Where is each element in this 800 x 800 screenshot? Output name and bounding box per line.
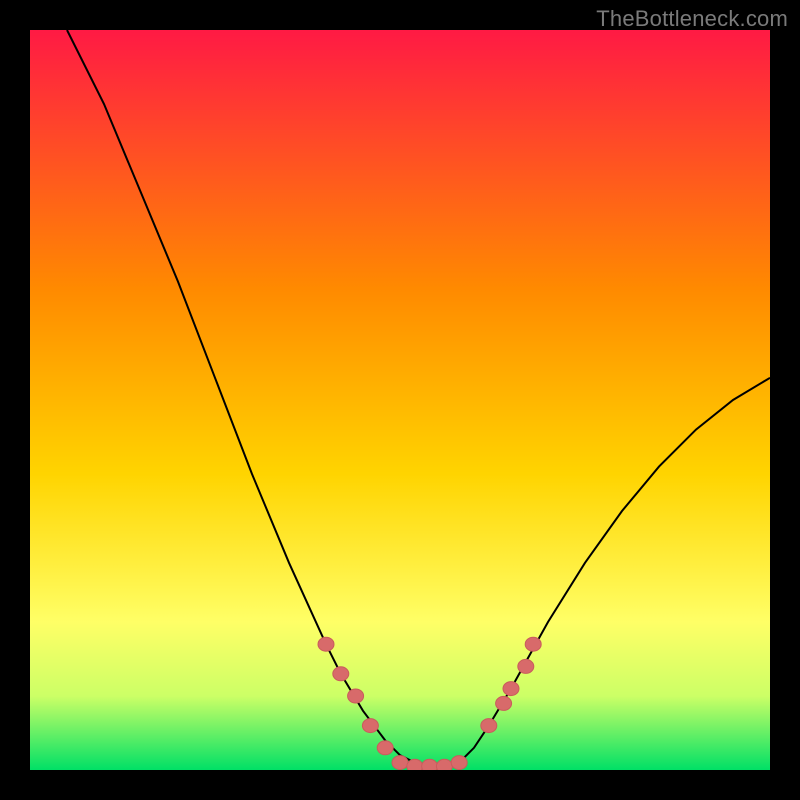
curve-marker: [377, 741, 393, 755]
curve-marker: [422, 759, 438, 770]
curve-marker: [436, 759, 452, 770]
curve-marker: [518, 659, 534, 673]
curve-marker: [503, 682, 519, 696]
chart-frame: TheBottleneck.com: [0, 0, 800, 800]
plot-area: [30, 30, 770, 770]
curve-marker: [481, 719, 497, 733]
curve-marker: [407, 759, 423, 770]
bottleneck-curve: [30, 30, 770, 770]
curve-marker: [333, 667, 349, 681]
curve-marker: [525, 637, 541, 651]
curve-marker: [318, 637, 334, 651]
curve-marker: [496, 696, 512, 710]
watermark-text: TheBottleneck.com: [596, 6, 788, 32]
curve-marker: [362, 719, 378, 733]
curve-marker: [392, 756, 408, 770]
curve-marker: [348, 689, 364, 703]
curve-marker: [451, 756, 467, 770]
